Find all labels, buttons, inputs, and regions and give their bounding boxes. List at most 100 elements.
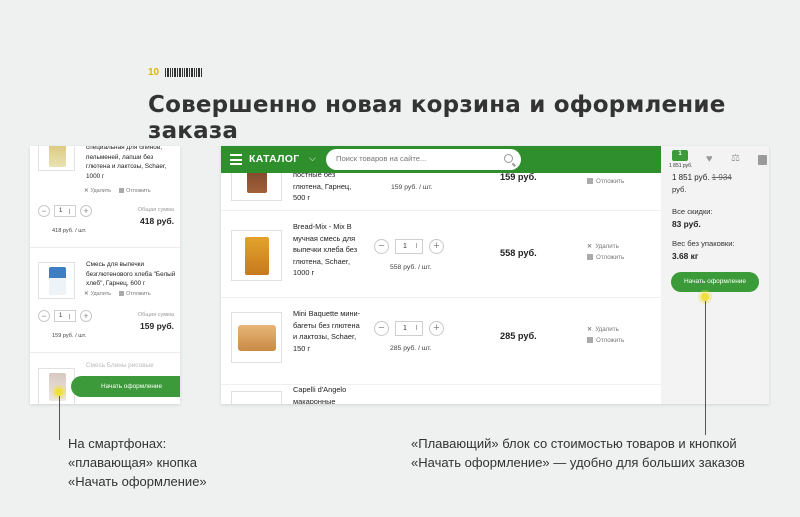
item-price: 558 руб.	[500, 248, 537, 258]
list-item: специальная для блинов, пельменей, лапши…	[30, 146, 180, 246]
product-image[interactable]	[231, 312, 282, 363]
summary-currency: руб.	[672, 185, 687, 194]
close-icon: ✕	[587, 243, 593, 250]
discount-label: Все скидки:	[672, 207, 713, 216]
summary-total-value: 1 851 руб.	[672, 173, 710, 182]
decrease-button[interactable]: −	[374, 321, 389, 336]
product-image[interactable]	[38, 262, 75, 299]
quantity-input[interactable]: 1	[395, 239, 423, 254]
heart-icon[interactable]: ♥	[706, 153, 713, 165]
item-price: 159 руб.	[500, 172, 537, 182]
quantity-input[interactable]: 1	[395, 321, 423, 336]
highlight-marker	[701, 293, 709, 301]
increase-button[interactable]: +	[429, 239, 444, 254]
quantity-stepper: − 1 +	[374, 239, 444, 254]
delete-link[interactable]: ✕ Удалить	[84, 291, 111, 297]
cart-icon[interactable]: 1	[672, 150, 688, 161]
search-input[interactable]	[336, 154, 501, 163]
product-name[interactable]: Bread-Mix - Mix B мучная смесь для выпеч…	[293, 221, 363, 279]
weight-label: Вес без упаковки:	[672, 239, 735, 248]
caption-line: На смартфонах:	[68, 436, 167, 451]
summary-total: 1 851 руб. 1 934	[672, 173, 732, 182]
item-actions: ✕ Удалить Отложить	[84, 291, 151, 297]
callout-line	[59, 396, 60, 440]
search-icon[interactable]	[504, 154, 513, 163]
quantity-input[interactable]: 1	[54, 205, 76, 217]
slide-number: 10	[148, 67, 203, 78]
item-price: 159 руб.	[140, 321, 174, 331]
slide-number-text: 10	[148, 67, 160, 78]
trash-icon	[587, 337, 593, 343]
compare-icon[interactable]: ⚖	[731, 153, 740, 164]
product-name[interactable]: специальная для блинов, пельменей, лапши…	[86, 146, 176, 181]
unit-price: 159 руб. / шт.	[52, 333, 87, 339]
postpone-link[interactable]: Отложить	[119, 291, 151, 297]
product-image[interactable]	[231, 391, 282, 404]
trash-icon	[119, 188, 125, 193]
list-item: Смесь для выпечки безглютенового хлеба "…	[30, 249, 180, 349]
postpone-link[interactable]: Отложить	[587, 335, 624, 346]
caption-line: «плавающая» кнопка	[68, 455, 197, 470]
item-actions: ✕ Удалить Отложить	[587, 241, 624, 263]
quantity-stepper: − 1 +	[38, 205, 92, 217]
delete-link[interactable]: ✕ Удалить	[587, 324, 624, 335]
increase-button[interactable]: +	[80, 310, 92, 322]
mobile-cart-screen: специальная для блинов, пельменей, лапши…	[30, 146, 180, 404]
menu-icon[interactable]	[230, 154, 242, 165]
unit-price: 159 руб. / шт.	[391, 184, 433, 191]
callout-line	[705, 301, 706, 435]
start-checkout-button[interactable]: Начать оформление	[671, 272, 759, 292]
trash-icon	[587, 178, 593, 184]
item-price: 285 руб.	[500, 331, 537, 341]
trash-icon	[119, 291, 125, 296]
product-image[interactable]	[38, 146, 75, 171]
mobile-caption: На смартфонах: «плавающая» кнопка «Начат…	[68, 434, 207, 491]
product-name[interactable]: Смесь для выпечки безглютенового хлеба "…	[86, 260, 176, 289]
product-name[interactable]: постные без глютена, Гарнец, 500 г	[293, 169, 363, 204]
table-row: Capelli d'Angelo макаронные	[221, 385, 661, 404]
table-row: Bread-Mix - Mix B мучная смесь для выпеч…	[221, 211, 661, 296]
catalog-button[interactable]: КАТАЛОГ	[249, 153, 300, 165]
quantity-input[interactable]: 1	[54, 310, 76, 322]
chevron-down-icon[interactable]: ⌵	[309, 153, 316, 164]
quantity-stepper: − 1 +	[38, 310, 92, 322]
divider	[30, 247, 180, 248]
delete-link[interactable]: ✕ Удалить	[84, 188, 111, 194]
decrease-button[interactable]: −	[374, 239, 389, 254]
trash-icon	[587, 254, 593, 260]
product-image[interactable]	[38, 368, 75, 404]
delete-link[interactable]: ✕ Удалить	[587, 241, 624, 252]
search-bar	[326, 149, 521, 170]
postpone-link[interactable]: Отложить	[587, 176, 624, 187]
caption-line: «Начать оформление»	[68, 474, 207, 489]
product-name[interactable]: Смесь Блины рисовые	[86, 362, 154, 369]
cart-count: 1	[678, 151, 682, 157]
increase-button[interactable]: +	[80, 205, 92, 217]
page-title: Совершенно новая корзина и оформление за…	[148, 92, 726, 144]
quantity-stepper: − 1 +	[374, 321, 444, 336]
weight-value: 3.68 кг	[672, 251, 699, 261]
desktop-caption: «Плавающий» блок со стоимостью товаров и…	[411, 434, 745, 472]
unit-price: 285 руб. / шт.	[390, 345, 432, 352]
cart-sum: 1 851 руб.	[669, 163, 693, 169]
sum-label: Общая сумма	[137, 207, 174, 213]
postpone-link[interactable]: Отложить	[587, 252, 624, 263]
divider	[30, 352, 180, 353]
discount-value: 83 руб.	[672, 219, 701, 229]
start-checkout-float-button[interactable]: Начать оформление	[71, 376, 180, 397]
trash-icon[interactable]	[758, 155, 767, 165]
product-image[interactable]	[231, 230, 282, 281]
barcode-icon	[163, 68, 203, 77]
increase-button[interactable]: +	[429, 321, 444, 336]
product-name[interactable]: Mini Baquette мини-багеты без глютена и …	[293, 308, 363, 354]
postpone-link[interactable]: Отложить	[119, 188, 151, 194]
product-name[interactable]: Capelli d'Angelo макаронные	[293, 384, 363, 404]
caption-line: «Плавающий» блок со стоимостью товаров и…	[411, 436, 737, 451]
sum-label: Общая сумма	[137, 312, 174, 318]
highlight-marker	[55, 388, 63, 396]
decrease-button[interactable]: −	[38, 310, 50, 322]
header-icons: 1 1 851 руб. ♥ ⚖	[661, 146, 769, 173]
decrease-button[interactable]: −	[38, 205, 50, 217]
close-icon: ✕	[84, 188, 89, 194]
close-icon: ✕	[587, 326, 593, 333]
